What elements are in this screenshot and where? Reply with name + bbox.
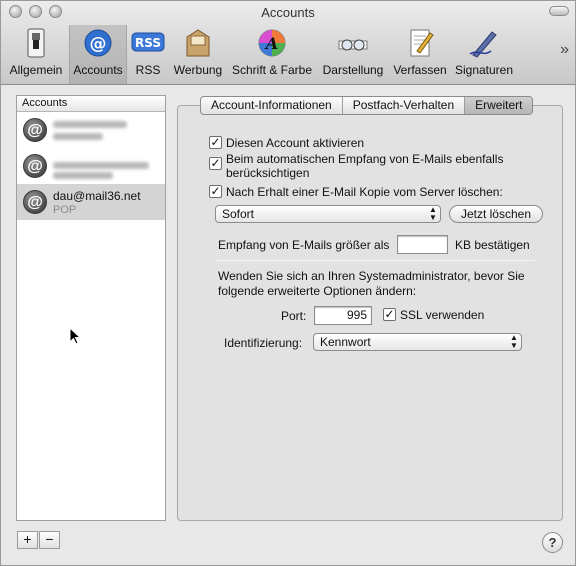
- switch-icon: [27, 28, 45, 58]
- mouse-pointer-icon: [69, 327, 81, 345]
- compose-icon: [410, 29, 434, 57]
- authentication-value: Kennwort: [320, 335, 371, 349]
- account-row-selected[interactable]: @ dau@mail36.net POP: [17, 184, 165, 220]
- title-bar: Accounts Allgemein @ Accounts RSS RSS We…: [1, 1, 575, 85]
- enable-account-label: Diesen Account aktivieren: [226, 136, 365, 150]
- admin-note-line1: Wenden Sie sich an Ihren Systemadministr…: [218, 269, 525, 283]
- help-button[interactable]: ?: [542, 532, 563, 553]
- account-row-2[interactable]: @: [17, 148, 165, 184]
- toolbar-item-darstellung[interactable]: Darstellung: [319, 27, 387, 81]
- toolbar-item-verfassen[interactable]: Verfassen: [391, 27, 449, 81]
- include-auto-check-label-line1: Beim automatischen Empfang von E-Mails e…: [226, 152, 504, 166]
- prompt-size-unit-label: KB bestätigen: [455, 238, 530, 252]
- svg-text:A: A: [264, 34, 278, 53]
- pen-icon: [469, 31, 497, 58]
- rss-icon: RSS: [131, 32, 165, 52]
- svg-text:@: @: [90, 34, 107, 54]
- ssl-label: SSL verwenden: [400, 308, 485, 322]
- authentication-popup[interactable]: Kennwort ▲ ▼: [313, 333, 522, 351]
- redacted-account-name: [53, 121, 127, 128]
- ssl-checkbox[interactable]: ✓: [383, 308, 396, 321]
- account-type: POP: [53, 204, 77, 216]
- svg-text:RSS: RSS: [135, 36, 161, 50]
- toolbar-item-werbung[interactable]: Werbung: [171, 27, 225, 81]
- window-title: Accounts: [261, 5, 315, 20]
- section-separator: [215, 260, 535, 261]
- account-at-icon: @: [23, 154, 47, 178]
- port-field[interactable]: 995: [314, 306, 372, 325]
- tab-erweitert[interactable]: Erweitert: [465, 97, 533, 114]
- delete-after-checkbox[interactable]: ✓: [209, 185, 222, 198]
- toolbar-item-schrift-farbe[interactable]: A Schrift & Farbe: [230, 27, 314, 81]
- accounts-list[interactable]: Accounts @ @ @ dau@mail36.net POP: [16, 95, 166, 521]
- toolbar-overflow-icon[interactable]: »: [560, 41, 569, 59]
- toolbar-toggle-button[interactable]: [549, 6, 569, 16]
- popup-arrows-icon: ▲ ▼: [510, 333, 518, 350]
- delete-when-value: Sofort: [222, 207, 255, 221]
- toolbar-item-rss[interactable]: RSS RSS: [129, 27, 167, 81]
- toolbar-item-allgemein[interactable]: Allgemein: [6, 27, 66, 81]
- redacted-account-name: [53, 162, 149, 169]
- junk-mail-icon: [186, 29, 210, 57]
- at-icon: @: [84, 29, 112, 57]
- delete-when-popup[interactable]: Sofort ▲ ▼: [215, 205, 441, 223]
- toolbar-item-accounts[interactable]: @ Accounts: [69, 25, 127, 84]
- prompt-size-label: Empfang von E-Mails größer als: [218, 238, 390, 252]
- font-color-icon: A: [258, 29, 286, 57]
- delete-now-button[interactable]: Jetzt löschen: [449, 205, 543, 223]
- accounts-list-header: Accounts: [17, 96, 165, 112]
- account-at-icon: @: [23, 190, 47, 214]
- preferences-window: Accounts Allgemein @ Accounts RSS RSS We…: [0, 0, 576, 566]
- prompt-size-field[interactable]: [397, 235, 448, 254]
- redacted-account-type: [53, 172, 113, 179]
- remove-account-button[interactable]: −: [39, 531, 60, 549]
- tab-postfach-verhalten[interactable]: Postfach-Verhalten: [343, 97, 466, 114]
- admin-note-line2: folgende erweiterte Optionen ändern:: [218, 284, 417, 298]
- account-tabs: Account-Informationen Postfach-Verhalten…: [200, 96, 534, 115]
- port-label: Port:: [281, 309, 307, 323]
- redacted-account-type: [53, 133, 103, 140]
- include-auto-check-checkbox[interactable]: ✓: [209, 157, 222, 170]
- toolbar-item-signaturen[interactable]: Signaturen: [453, 27, 515, 81]
- glasses-icon: [338, 39, 368, 51]
- tab-account-informationen[interactable]: Account-Informationen: [201, 97, 343, 114]
- include-auto-check-label-line2: berücksichtigen: [226, 166, 310, 180]
- add-account-button[interactable]: +: [17, 531, 38, 549]
- popup-arrows-icon: ▲ ▼: [429, 205, 437, 222]
- account-name: dau@mail36.net: [53, 189, 141, 203]
- delete-after-label: Nach Erhalt einer E-Mail Kopie vom Serve…: [226, 185, 503, 199]
- account-at-icon: @: [23, 118, 47, 142]
- enable-account-checkbox[interactable]: ✓: [209, 136, 222, 149]
- authentication-label: Identifizierung:: [224, 336, 303, 350]
- account-row-1[interactable]: @: [17, 112, 165, 148]
